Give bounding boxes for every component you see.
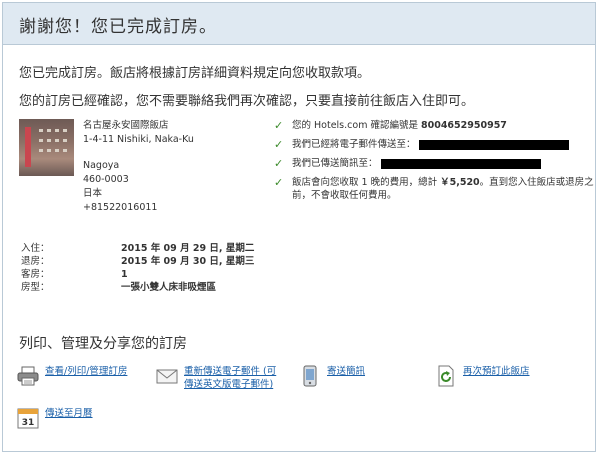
room-type-value: 一張小雙人床非吸煙區 (121, 282, 217, 293)
calendar-day-number: 31 (22, 418, 35, 428)
checkin-value: 2015 年 09 月 29 日, 星期二 (121, 243, 255, 254)
checkout-value: 2015 年 09 月 30 日, 星期三 (121, 256, 255, 267)
rebook-hotel-link[interactable]: 再次預訂此飯店 (435, 365, 530, 387)
checkmark-icon: ✓ (274, 119, 284, 132)
hotel-postal: 460-0003 (83, 174, 129, 185)
rooms-value: 1 (121, 269, 128, 280)
mobile-phone-icon (303, 365, 317, 387)
page-title: 謝謝您！您已完成訂房。 (19, 17, 217, 37)
checkmark-icon: ✓ (274, 138, 284, 151)
hotel-name[interactable]: 名古屋永安國際飯店 (83, 119, 194, 133)
email-sent-item: ✓ 我們已經將電子郵件傳送至： (274, 138, 594, 151)
refresh-document-icon (438, 365, 454, 387)
redacted-phone (380, 158, 541, 169)
payment-total: ￥5,520 (440, 177, 480, 188)
print-manage-link[interactable]: 查看/列印/管理訂房 (17, 365, 135, 387)
hotel-photo[interactable] (19, 119, 74, 176)
confirmation-note: 您的訂房已經確認，您不需要聯絡我們再次確認，只要直接前往飯店入住即可。 (19, 94, 475, 109)
header-bar: 謝謝您！您已完成訂房。 (3, 3, 595, 45)
checkmark-icon: ✓ (274, 176, 284, 189)
confirmation-list: ✓ 您的 Hotels.com 確認編號是 8004652950957 ✓ 我們… (274, 119, 594, 208)
envelope-icon (156, 369, 178, 384)
payment-note-item: ✓ 飯店會向您收取 1 晚的費用，總計 ￥5,520。直到您入住飯店或退房之前，… (274, 176, 594, 201)
add-to-calendar-link[interactable]: 31 傳送至月曆 (17, 407, 93, 429)
printer-icon (17, 366, 39, 386)
hotel-country: 日本 (83, 188, 103, 199)
confirmation-number: 8004652950957 (420, 120, 507, 131)
actions-section-title: 列印、管理及分享您的訂房 (19, 336, 187, 352)
redacted-email (418, 139, 569, 150)
resend-email-link[interactable]: 重新傳送電子郵件 (可傳送英文版電子郵件) (156, 365, 284, 391)
checkmark-icon: ✓ (274, 157, 284, 170)
hotel-info: 名古屋永安國際飯店 1-4-11 Nishiki, Naka-Ku Nagoya… (83, 119, 194, 215)
send-sms-link[interactable]: 寄送簡訊 (299, 365, 365, 387)
hotel-phone: +81522016011 (83, 202, 158, 213)
confirmation-message: 您已完成訂房。飯店將根據訂房詳細資料規定向您收取款項。 (19, 66, 371, 81)
confirmation-number-item: ✓ 您的 Hotels.com 確認編號是 8004652950957 (274, 119, 507, 132)
sms-sent-item: ✓ 我們已傳送簡訊至： (274, 157, 594, 170)
confirmation-panel: 謝謝您！您已完成訂房。 您已完成訂房。飯店將根據訂房詳細資料規定向您收取款項。 … (2, 2, 596, 452)
hotel-address: 1-4-11 Nishiki, Naka-Ku (83, 134, 194, 145)
hotel-city: Nagoya (83, 160, 120, 171)
calendar-icon: 31 (17, 408, 39, 429)
